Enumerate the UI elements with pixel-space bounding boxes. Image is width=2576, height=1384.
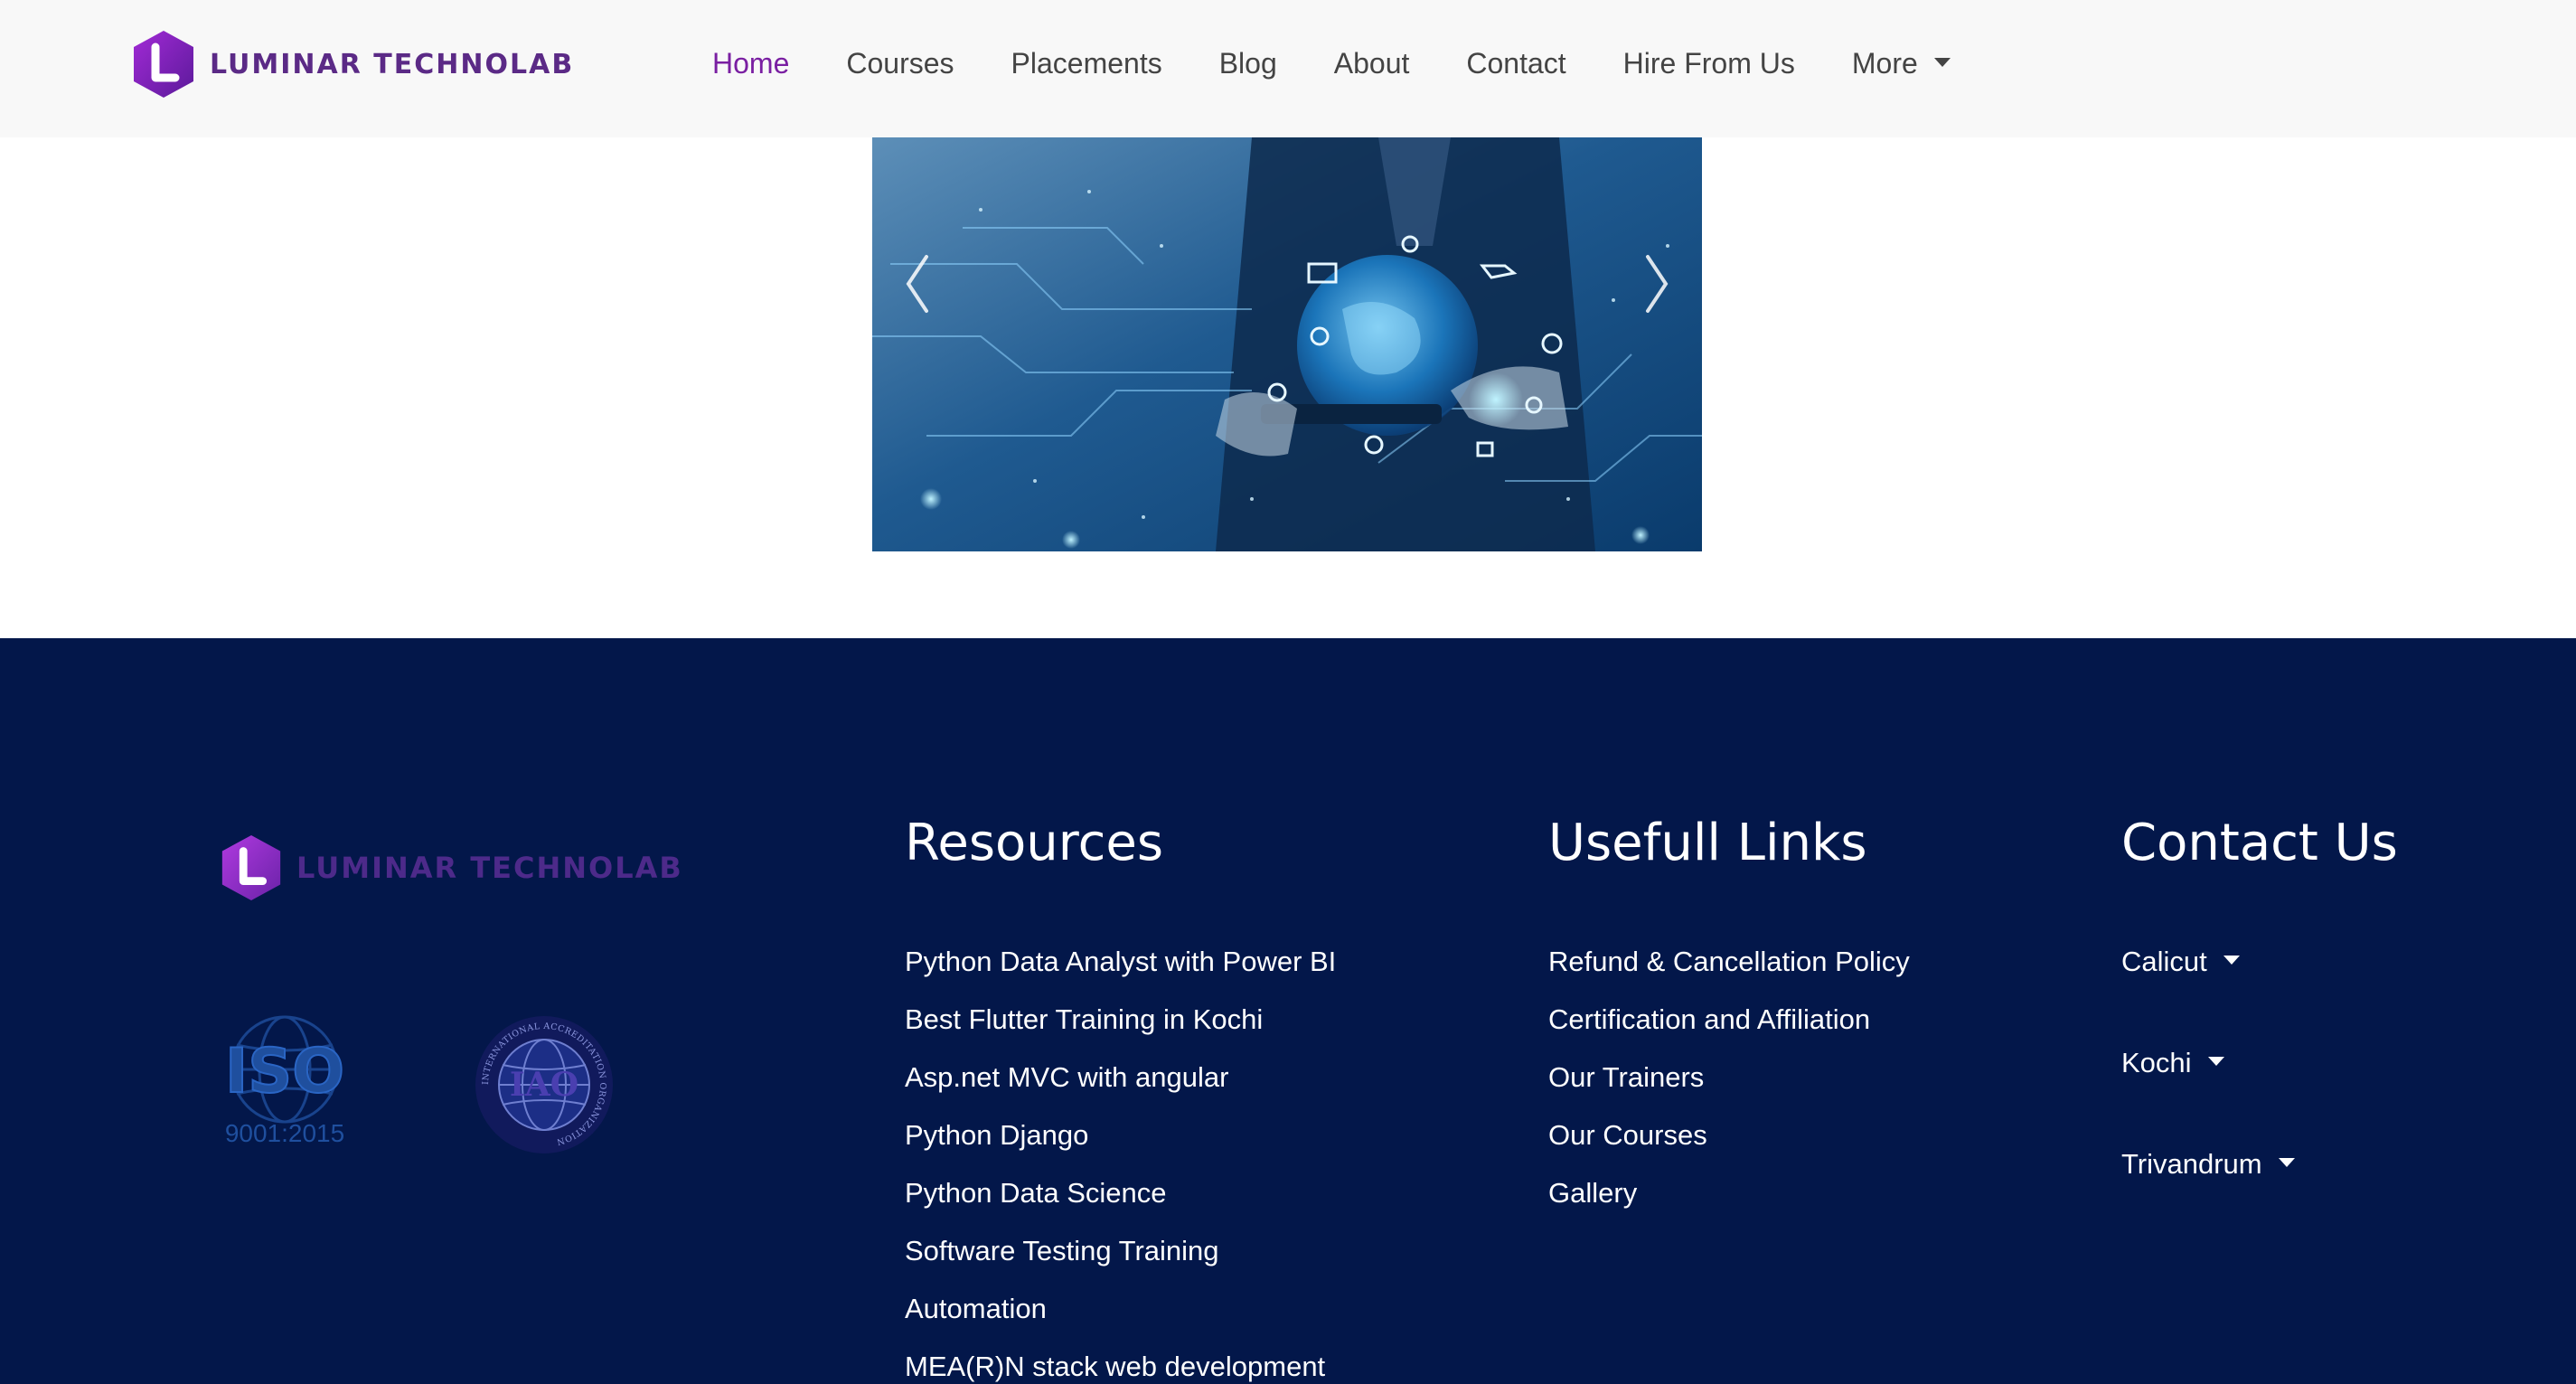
iao-label: IAO	[510, 1066, 578, 1104]
iao-accreditation-badge: IAO INTERNATIONAL ACCREDITATION ORGANIZA…	[475, 1016, 613, 1153]
resource-link-python-power-bi[interactable]: Python Data Analyst with Power BI	[905, 940, 1336, 998]
chevron-right-icon[interactable]	[1639, 248, 1675, 320]
resource-link-aspnet[interactable]: Asp.net MVC with angular	[905, 1056, 1336, 1114]
resource-link-automation[interactable]: Automation	[905, 1287, 1336, 1345]
resource-link-software-testing[interactable]: Software Testing Training	[905, 1229, 1336, 1287]
nav-about[interactable]: About	[1334, 47, 1410, 80]
luminar-logo-icon	[221, 834, 281, 901]
nav-contact[interactable]: Contact	[1466, 47, 1565, 80]
useful-links-heading: Usefull Links	[1548, 814, 1867, 872]
useful-links-list: Refund & Cancellation Policy Certificati…	[1548, 940, 1910, 1229]
useful-link-courses[interactable]: Our Courses	[1548, 1114, 1910, 1172]
site-header: LUMINAR TECHNOLAB Home Courses Placement…	[0, 0, 2576, 137]
contact-location-label: Kochi	[2121, 1047, 2192, 1078]
chevron-left-icon[interactable]	[899, 248, 935, 320]
contact-heading: Contact Us	[2121, 814, 2398, 872]
contact-locations: Calicut Kochi Trivandrum	[2121, 940, 2295, 1244]
contact-dropdown-kochi[interactable]: Kochi	[2121, 1041, 2295, 1143]
resources-heading: Resources	[905, 814, 1163, 872]
useful-link-refund-policy[interactable]: Refund & Cancellation Policy	[1548, 940, 1910, 998]
resource-link-flutter[interactable]: Best Flutter Training in Kochi	[905, 998, 1336, 1056]
carousel-slide-image	[872, 137, 1702, 551]
footer-brand-logo[interactable]: LUMINAR TECHNOLAB	[217, 832, 683, 904]
hero-carousel	[872, 137, 1702, 551]
nav-placements[interactable]: Placements	[1011, 47, 1162, 80]
main-nav: Home Courses Placements Blog About Conta…	[712, 47, 2007, 80]
caret-down-icon	[2223, 955, 2240, 965]
footer-brand-name: LUMINAR TECHNOLAB	[296, 851, 683, 885]
brand-name: LUMINAR TECHNOLAB	[210, 48, 575, 80]
caret-down-icon	[2207, 1056, 2224, 1066]
contact-dropdown-calicut[interactable]: Calicut	[2121, 940, 2295, 1041]
resource-link-django[interactable]: Python Django	[905, 1114, 1336, 1172]
caret-down-icon	[2278, 1157, 2295, 1167]
iso-number: 9001:2015	[225, 1119, 344, 1147]
iso-label: ISO	[225, 1036, 344, 1107]
resource-link-mean-stack[interactable]: MEA(R)N stack web development	[905, 1345, 1336, 1384]
caret-down-icon	[1933, 57, 1951, 67]
useful-link-certification[interactable]: Certification and Affiliation	[1548, 998, 1910, 1056]
luminar-logo-icon	[134, 31, 193, 98]
nav-more-label: More	[1851, 47, 1918, 80]
nav-hire-from-us[interactable]: Hire From Us	[1623, 47, 1795, 80]
nav-courses[interactable]: Courses	[846, 47, 954, 80]
contact-location-label: Trivandrum	[2121, 1148, 2262, 1180]
brand-logo[interactable]: LUMINAR TECHNOLAB	[128, 29, 574, 99]
nav-more-dropdown[interactable]: More	[1852, 47, 1951, 80]
contact-location-label: Calicut	[2121, 946, 2207, 977]
iso-certification-badge: ISO 9001:2015	[224, 1015, 345, 1147]
nav-blog[interactable]: Blog	[1219, 47, 1277, 80]
resource-link-data-science[interactable]: Python Data Science	[905, 1172, 1336, 1229]
useful-link-trainers[interactable]: Our Trainers	[1548, 1056, 1910, 1114]
useful-link-gallery[interactable]: Gallery	[1548, 1172, 1910, 1229]
contact-dropdown-trivandrum[interactable]: Trivandrum	[2121, 1143, 2295, 1244]
nav-home[interactable]: Home	[712, 47, 789, 80]
resources-list: Python Data Analyst with Power BI Best F…	[905, 940, 1336, 1384]
